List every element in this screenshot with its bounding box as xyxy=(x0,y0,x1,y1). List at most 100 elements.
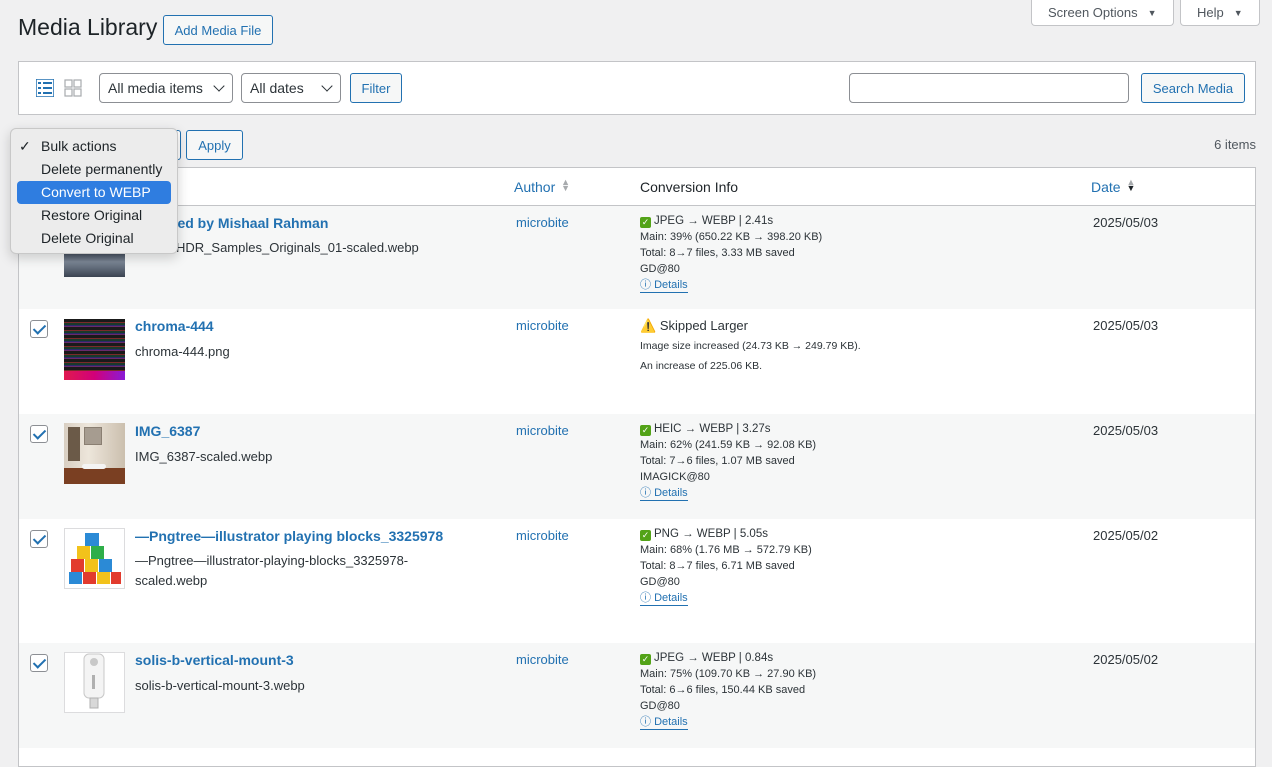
chevron-down-icon xyxy=(321,80,333,92)
media-thumbnail[interactable] xyxy=(64,423,125,484)
bulk-option-delete-original[interactable]: Delete Original xyxy=(17,227,171,250)
media-title-link[interactable]: IMG_6387 xyxy=(135,423,200,439)
bulk-option-restore-original[interactable]: Restore Original xyxy=(17,204,171,227)
author-link[interactable]: microbite xyxy=(516,652,569,667)
media-date: 2025/05/03 xyxy=(1093,318,1159,333)
conversion-engine: GD@80 xyxy=(640,700,680,712)
media-filename: chroma-444.png xyxy=(135,344,230,359)
date-column-header[interactable]: Date ▲ ▼ xyxy=(1091,177,1136,196)
media-title-link[interactable]: solis-b-vertical-mount-3 xyxy=(135,652,294,668)
media-date: 2025/05/03 xyxy=(1093,423,1159,438)
conversion-info: ✓ JPEG → WEBP | 0.84s Main: 75% (109.70 K… xyxy=(640,650,816,730)
media-filename: solis-b-vertical-mount-3.webp xyxy=(135,678,305,693)
media-title-link[interactable]: —Pngtree—illustrator playing blocks_3325… xyxy=(135,528,443,544)
date-select-value: All dates xyxy=(250,80,304,96)
filter-bar: All media items All dates Filter Search … xyxy=(18,61,1256,115)
list-view-icon[interactable] xyxy=(35,78,55,98)
filter-button[interactable]: Filter xyxy=(350,73,402,103)
details-link[interactable]: ⓘ Details xyxy=(640,278,688,293)
media-type-select[interactable]: All media items xyxy=(99,73,233,103)
add-media-file-button[interactable]: Add Media File xyxy=(163,15,273,45)
caret-down-icon: ▼ xyxy=(1147,7,1157,18)
conversion-engine: GD@80 xyxy=(640,576,680,588)
table-row: —Pngtree—illustrator playing blocks_3325… xyxy=(19,519,1255,643)
skipped-status: Skipped Larger xyxy=(659,318,748,333)
row-checkbox[interactable] xyxy=(30,320,48,338)
info-icon: ⓘ xyxy=(640,592,651,604)
author-link[interactable]: microbite xyxy=(516,423,569,438)
details-label: Details xyxy=(654,487,688,499)
apply-button[interactable]: Apply xyxy=(186,130,243,160)
caret-down-icon: ▼ xyxy=(1233,7,1243,18)
author-link[interactable]: microbite xyxy=(516,318,569,333)
items-count: 6 items xyxy=(1214,137,1256,152)
details-link[interactable]: ⓘ Details xyxy=(640,591,688,606)
author-link[interactable]: microbite xyxy=(516,528,569,543)
conversion-engine: IMAGICK@80 xyxy=(640,471,710,483)
grid-view-icon[interactable] xyxy=(64,79,82,97)
media-type-value: All media items xyxy=(108,80,203,96)
conversion-info: ⚠️ Skipped Larger Image size increased (… xyxy=(640,317,861,376)
conversion-main: Main: 75% (109.70 KB → 27.90 KB) xyxy=(640,668,817,680)
media-filename: IMG_6387-scaled.webp xyxy=(135,449,273,464)
media-date: 2025/05/02 xyxy=(1093,652,1159,667)
conversion-info: ✓ HEIC → WEBP | 3.27s Main: 62% (241.59 K… xyxy=(640,421,816,501)
bulk-option-bulk-actions[interactable]: ✓ Bulk actions xyxy=(17,135,171,158)
page-title: Media Library xyxy=(18,14,158,40)
checkmark-icon: ✓ xyxy=(19,138,31,154)
info-icon: ⓘ xyxy=(640,716,651,728)
media-title-link[interactable]: chroma-444 xyxy=(135,318,214,334)
info-icon: ⓘ xyxy=(640,279,651,291)
conversion-engine: GD@80 xyxy=(640,263,680,275)
conversion-total: Total: 8→7 files, 6.71 MB saved xyxy=(640,560,795,572)
conversion-summary: HEIC → WEBP | 3.27s xyxy=(654,423,771,435)
author-link[interactable]: microbite xyxy=(516,215,569,230)
media-thumbnail[interactable] xyxy=(64,319,125,380)
bulk-actions-dropdown: ✓ Bulk actions Delete permanently Conver… xyxy=(10,128,178,254)
conversion-total: Total: 8→7 files, 3.33 MB saved xyxy=(640,247,795,259)
media-date: 2025/05/03 xyxy=(1093,215,1159,230)
author-column-header[interactable]: Author ▲ ▼ xyxy=(514,177,571,196)
conversion-summary: JPEG → WEBP | 2.41s xyxy=(654,215,774,227)
option-label: Bulk actions xyxy=(41,138,117,154)
media-table: Author ▲ ▼ Conversion Info Date ▲ ▼ red by… xyxy=(18,167,1256,767)
conversion-info-column-header: Conversion Info xyxy=(640,179,739,195)
row-checkbox[interactable] xyxy=(30,530,48,548)
bulk-option-delete-permanently[interactable]: Delete permanently xyxy=(17,158,171,181)
date-column-label: Date xyxy=(1091,179,1121,195)
warning-icon: ⚠️ xyxy=(640,318,657,333)
sort-icon: ▲ ▼ xyxy=(1126,177,1136,193)
details-link[interactable]: ⓘ Details xyxy=(640,715,688,730)
table-row: chroma-444 chroma-444.png microbite ⚠️ S… xyxy=(19,309,1255,414)
help-button[interactable]: Help ▼ xyxy=(1180,0,1260,26)
help-label: Help xyxy=(1197,5,1224,20)
media-title-link[interactable]: red by Mishaal Rahman xyxy=(172,215,328,231)
check-icon: ✓ xyxy=(640,530,651,541)
details-link[interactable]: ⓘ Details xyxy=(640,486,688,501)
search-input[interactable] xyxy=(849,73,1129,103)
search-media-button[interactable]: Search Media xyxy=(1141,73,1245,103)
table-row: red by Mishaal Rahman HDR_Samples_Origin… xyxy=(19,206,1255,309)
row-checkbox[interactable] xyxy=(30,654,48,672)
bulk-option-convert-to-webp[interactable]: Convert to WEBP xyxy=(17,181,171,204)
conversion-summary: JPEG → WEBP | 0.84s xyxy=(654,652,774,664)
screen-options-button[interactable]: Screen Options ▼ xyxy=(1031,0,1174,26)
check-icon: ✓ xyxy=(640,654,651,665)
details-label: Details xyxy=(654,592,688,604)
media-date: 2025/05/02 xyxy=(1093,528,1159,543)
skipped-detail: An increase of 225.06 KB. xyxy=(640,360,762,372)
sort-icon: ▲ ▼ xyxy=(561,177,571,193)
table-row: IMG_6387 IMG_6387-scaled.webp microbite … xyxy=(19,414,1255,519)
media-thumbnail[interactable] xyxy=(64,528,125,589)
conversion-main: Main: 39% (650.22 KB → 398.20 KB) xyxy=(640,231,823,243)
conversion-total: Total: 6→6 files, 150.44 KB saved xyxy=(640,684,806,696)
media-thumbnail[interactable] xyxy=(64,652,125,713)
conversion-info: ✓ JPEG → WEBP | 2.41s Main: 39% (650.22 K… xyxy=(640,213,822,293)
conversion-main: Main: 68% (1.76 MB → 572.79 KB) xyxy=(640,544,812,556)
date-select[interactable]: All dates xyxy=(241,73,341,103)
conversion-total: Total: 7→6 files, 1.07 MB saved xyxy=(640,455,795,467)
media-filename: HDR_Samples_Originals_01-scaled.webp xyxy=(176,240,419,255)
screen-options-label: Screen Options xyxy=(1048,5,1138,20)
row-checkbox[interactable] xyxy=(30,425,48,443)
table-row: solis-b-vertical-mount-3 solis-b-vertica… xyxy=(19,643,1255,748)
